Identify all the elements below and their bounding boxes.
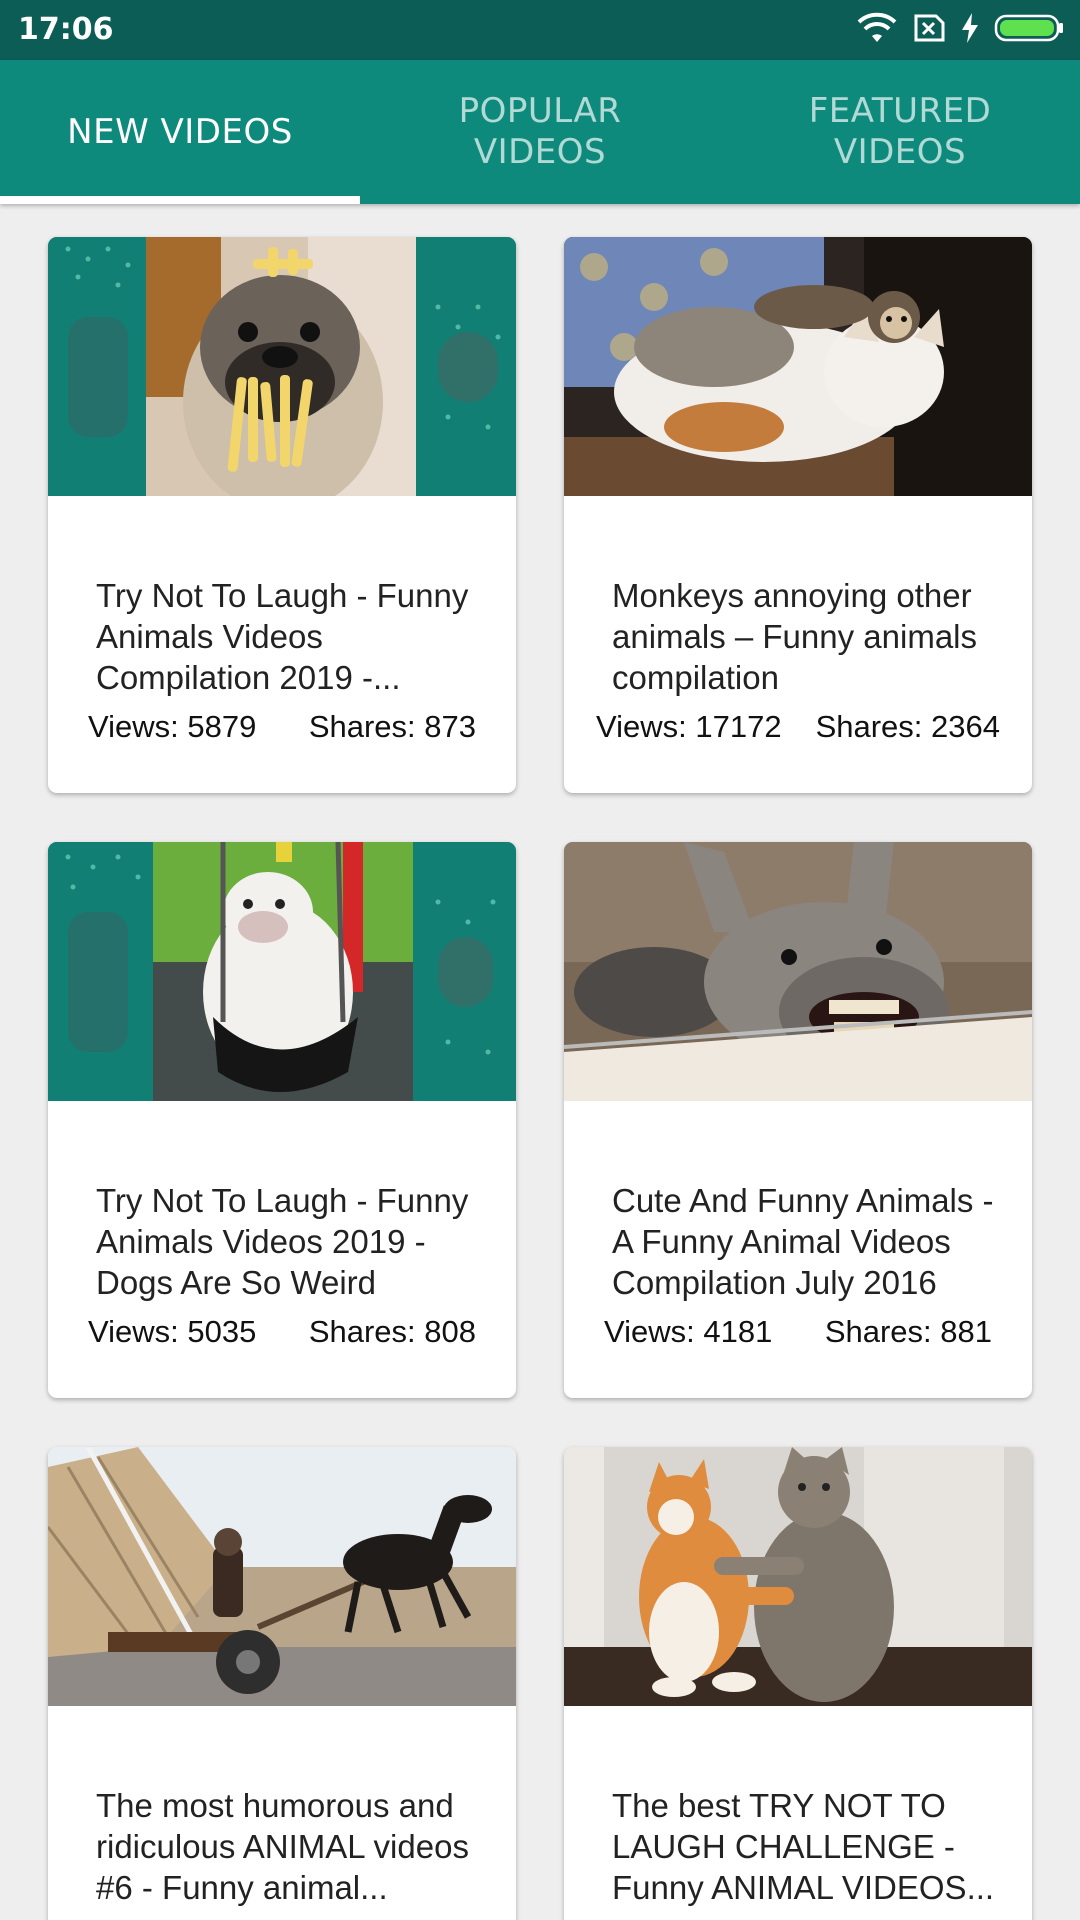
tab-new-videos[interactable]: NEW VIDEOS [0, 60, 360, 204]
tab-featured-videos[interactable]: FEATURED VIDEOS [720, 60, 1080, 204]
video-stats: Views: 5879 Shares: 873 [48, 709, 516, 749]
video-title[interactable]: The most humorous and ridiculous ANIMAL … [96, 1785, 486, 1908]
battery-icon [994, 13, 1066, 48]
video-stats: Views: 17172 Shares: 2364 [564, 709, 1032, 749]
shares-count: Shares: 808 [308, 1314, 476, 1349]
charging-icon [960, 12, 980, 49]
tab-label: NEW VIDEOS [67, 111, 293, 152]
video-stats: Views: 5035 Shares: 808 [48, 1314, 516, 1354]
views-count: Views: 17172 [596, 709, 782, 744]
video-card[interactable]: The most humorous and ridiculous ANIMAL … [48, 1447, 516, 1920]
video-card[interactable]: Try Not To Laugh - Funny Animals Videos … [48, 842, 516, 1398]
video-stats: Views: 4181 Shares: 881 [564, 1314, 1032, 1354]
status-bar: 17:06 [0, 0, 1080, 60]
video-title[interactable]: The best TRY NOT TO LAUGH CHALLENGE - Fu… [612, 1785, 1002, 1908]
tab-label: POPULAR VIDEOS [458, 91, 622, 172]
video-title[interactable]: Try Not To Laugh - Funny Animals Videos … [96, 1180, 486, 1303]
status-time: 17:06 [18, 12, 114, 47]
video-thumbnail[interactable] [48, 842, 516, 1101]
video-card[interactable]: The best TRY NOT TO LAUGH CHALLENGE - Fu… [564, 1447, 1032, 1920]
video-title[interactable]: Monkeys annoying other animals – Funny a… [612, 575, 1002, 698]
views-count: Views: 5879 [88, 709, 257, 744]
video-card[interactable]: Cute And Funny Animals - A Funny Animal … [564, 842, 1032, 1398]
views-count: Views: 4181 [604, 1314, 773, 1349]
tab-popular-videos[interactable]: POPULAR VIDEOS [360, 60, 720, 204]
tab-bar: NEW VIDEOS POPULAR VIDEOS FEATURED VIDEO… [0, 60, 1080, 204]
shares-count: Shares: 873 [308, 709, 476, 744]
wifi-icon [856, 12, 898, 49]
views-count: Views: 5035 [88, 1314, 257, 1349]
video-title[interactable]: Try Not To Laugh - Funny Animals Videos … [96, 575, 486, 698]
video-card[interactable]: Monkeys annoying other animals – Funny a… [564, 237, 1032, 793]
video-card[interactable]: Try Not To Laugh - Funny Animals Videos … [48, 237, 516, 793]
tab-label: FEATURED VIDEOS [808, 91, 992, 172]
video-title[interactable]: Cute And Funny Animals - A Funny Animal … [612, 1180, 1002, 1303]
no-sim-icon [912, 13, 946, 48]
video-thumbnail[interactable] [48, 1447, 516, 1706]
video-thumbnail[interactable] [564, 1447, 1032, 1706]
status-icons [856, 12, 1066, 48]
video-thumbnail[interactable] [564, 237, 1032, 496]
shares-count: Shares: 2364 [815, 709, 1000, 744]
shares-count: Shares: 881 [824, 1314, 992, 1349]
video-thumbnail[interactable] [48, 237, 516, 496]
active-tab-indicator [0, 196, 360, 204]
video-thumbnail[interactable] [564, 842, 1032, 1101]
video-grid[interactable]: Try Not To Laugh - Funny Animals Videos … [0, 204, 1080, 1920]
